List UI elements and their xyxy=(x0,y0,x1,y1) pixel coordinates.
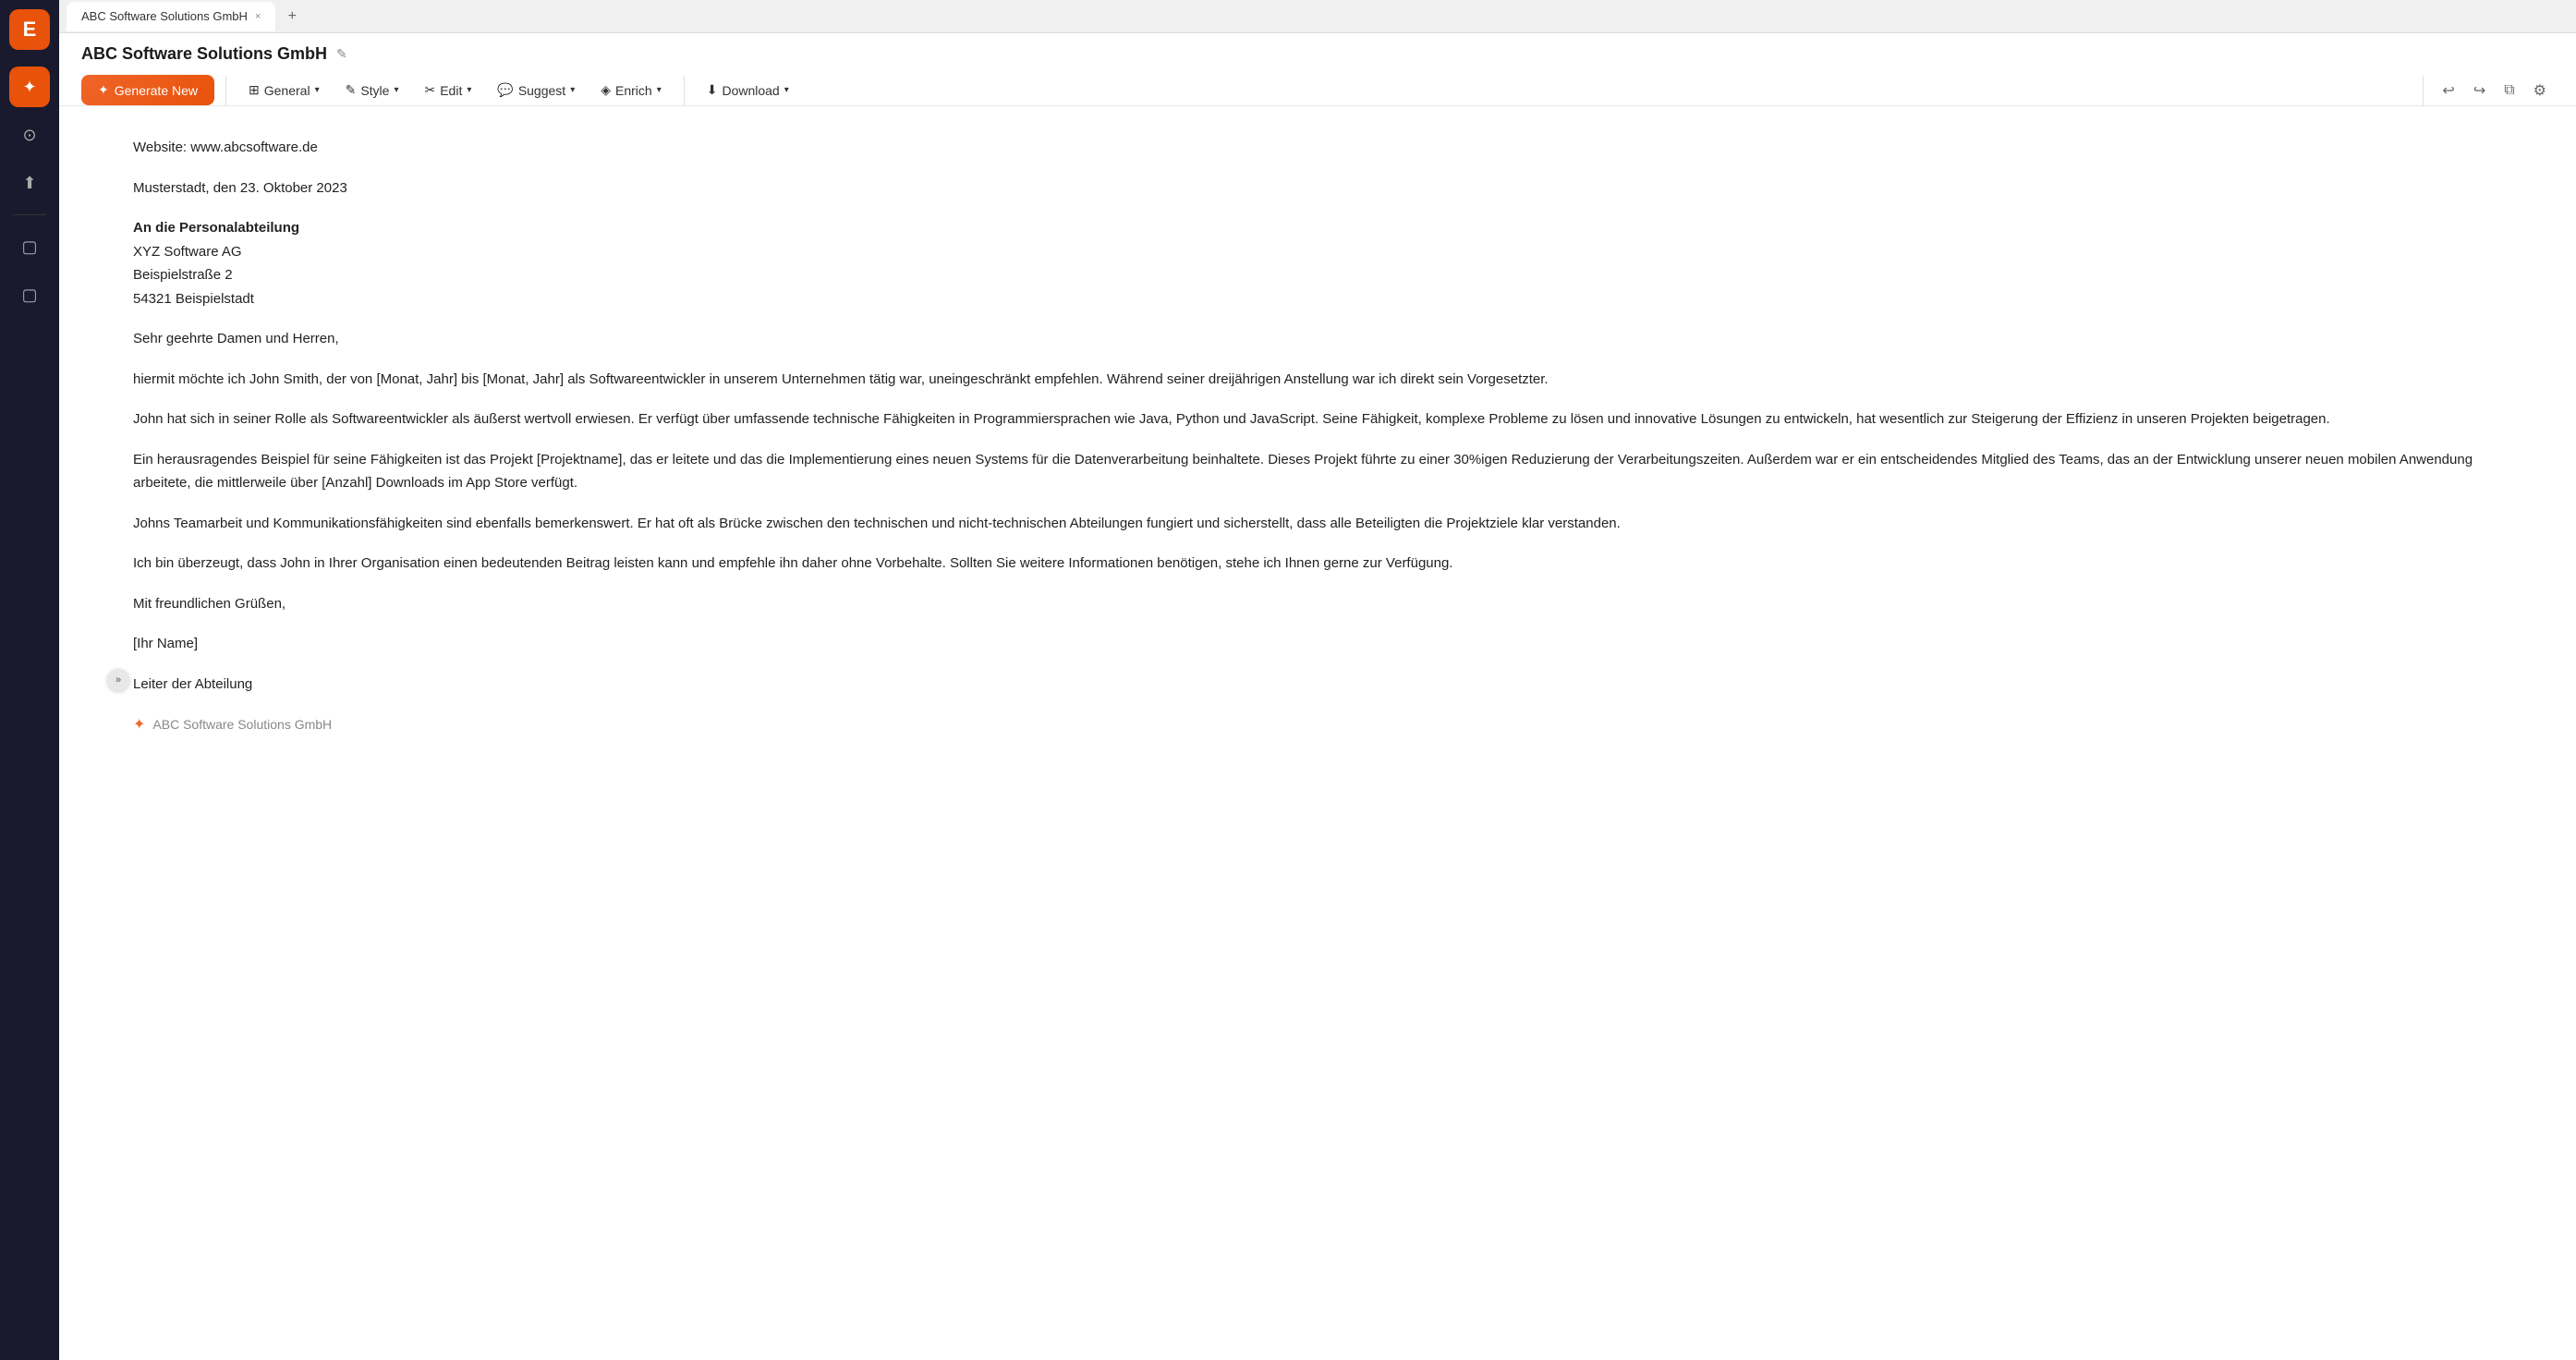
style-chevron-icon: ▾ xyxy=(394,85,398,95)
paragraph-2: John hat sich in seiner Rolle als Softwa… xyxy=(133,407,2502,431)
sidebar: E ✦ ⊙ ⬆ ▢ ▢ xyxy=(0,0,59,1360)
ai-sidebar-button[interactable]: ✦ xyxy=(9,67,50,107)
star-icon: ✦ xyxy=(22,78,36,97)
download-icon: ⬇ xyxy=(707,82,718,98)
redo-button[interactable]: ↪ xyxy=(2466,76,2493,105)
doc-header: ABC Software Solutions GmbH ✎ ✦ Generate… xyxy=(59,33,2576,106)
collapse-icon: » xyxy=(115,674,121,686)
recipient-city: 54321 Beispielstadt xyxy=(133,291,254,307)
date-line: Musterstadt, den 23. Oktober 2023 xyxy=(133,176,2502,200)
suggest-label: Suggest xyxy=(518,83,565,98)
upload-sidebar-button[interactable]: ⬆ xyxy=(9,163,50,203)
undo-button[interactable]: ↩ xyxy=(2435,76,2461,105)
footer-company: ABC Software Solutions GmbH xyxy=(152,714,332,736)
upload-icon: ⬆ xyxy=(22,174,36,193)
download-dropdown-button[interactable]: ⬇ Download ▾ xyxy=(696,76,800,104)
general-label: General xyxy=(264,83,310,98)
suggest-icon: 💬 xyxy=(497,82,513,98)
saved-sidebar-button[interactable]: ⊙ xyxy=(9,115,50,155)
edit-label: Edit xyxy=(440,83,462,98)
recipient-street: Beispielstraße 2 xyxy=(133,267,233,283)
doc-title-row: ABC Software Solutions GmbH ✎ xyxy=(81,44,2554,64)
name-placeholder: [Ihr Name] xyxy=(133,632,2502,656)
folder2-sidebar-button[interactable]: ▢ xyxy=(9,274,50,315)
logo-icon: E xyxy=(23,18,37,42)
paragraph-4: Johns Teamarbeit und Kommunikationsfähig… xyxy=(133,512,2502,536)
salutation: Sehr geehrte Damen und Herren, xyxy=(133,327,2502,351)
paragraph-5: Ich bin überzeugt, dass John in Ihrer Or… xyxy=(133,552,2502,576)
sidebar-divider xyxy=(13,214,46,215)
enrich-label: Enrich xyxy=(615,83,652,98)
toolbar-right-group: ↩ ↪ ⧉ ⚙ xyxy=(2415,76,2554,105)
tab-label: ABC Software Solutions GmbH xyxy=(81,9,248,23)
download-label: Download xyxy=(722,83,779,98)
app-logo[interactable]: E xyxy=(9,9,50,50)
paragraph-3: Ein herausragendes Beispiel für seine Fä… xyxy=(133,448,2502,495)
recipient-heading: An die Personalabteilung xyxy=(133,220,299,236)
download-chevron-icon: ▾ xyxy=(784,85,789,95)
title-line: Leiter der Abteilung xyxy=(133,673,2502,697)
doc-footer: ✦ ABC Software Solutions GmbH xyxy=(133,712,2502,737)
toolbar-separator-2 xyxy=(684,76,685,105)
generate-new-button[interactable]: ✦ Generate New xyxy=(81,75,214,105)
folder1-sidebar-button[interactable]: ▢ xyxy=(9,226,50,267)
general-chevron-icon: ▾ xyxy=(315,85,320,95)
sidebar-collapse-button[interactable]: » xyxy=(107,669,129,691)
style-dropdown-button[interactable]: ✎ Style ▾ xyxy=(334,76,410,104)
toolbar: ✦ Generate New ⊞ General ▾ ✎ Style ▾ ✂ E… xyxy=(81,75,2554,105)
toolbar-separator-1 xyxy=(225,76,226,105)
edit-dropdown-button[interactable]: ✂ Edit ▾ xyxy=(413,76,482,104)
edit-chevron-icon: ▾ xyxy=(467,85,471,95)
footer-sparkle-icon: ✦ xyxy=(133,712,145,737)
generate-star-icon: ✦ xyxy=(98,82,109,98)
closing: Mit freundlichen Grüßen, xyxy=(133,592,2502,616)
folder1-icon: ▢ xyxy=(21,237,37,257)
copy-icon: ⧉ xyxy=(2504,82,2514,98)
toolbar-separator-3 xyxy=(2423,76,2424,105)
main-area: ABC Software Solutions GmbH × + ABC Soft… xyxy=(59,0,2576,1360)
browser-tab[interactable]: ABC Software Solutions GmbH × xyxy=(67,2,275,31)
edit-icon: ✂ xyxy=(424,82,435,98)
enrich-chevron-icon: ▾ xyxy=(657,85,662,95)
settings-icon: ⚙ xyxy=(2533,83,2546,99)
copy-button[interactable]: ⧉ xyxy=(2497,77,2521,104)
tab-close-icon[interactable]: × xyxy=(255,11,261,22)
tab-add-button[interactable]: + xyxy=(279,4,305,30)
redo-icon: ↪ xyxy=(2473,83,2485,99)
general-dropdown-button[interactable]: ⊞ General ▾ xyxy=(237,76,331,104)
website-line: Website: www.abcsoftware.de xyxy=(133,136,2502,160)
recipient-block: An die Personalabteilung XYZ Software AG… xyxy=(133,216,2502,310)
paragraph-1: hiermit möchte ich John Smith, der von [… xyxy=(133,368,2502,392)
enrich-icon: ◈ xyxy=(601,82,611,98)
style-icon: ✎ xyxy=(346,82,357,98)
general-icon: ⊞ xyxy=(249,82,260,98)
suggest-chevron-icon: ▾ xyxy=(570,85,575,95)
bookmark-icon: ⊙ xyxy=(22,126,36,145)
style-label: Style xyxy=(360,83,389,98)
doc-title: ABC Software Solutions GmbH xyxy=(81,44,327,64)
tab-bar: ABC Software Solutions GmbH × + xyxy=(59,0,2576,33)
edit-title-icon[interactable]: ✎ xyxy=(336,46,347,62)
doc-content: Website: www.abcsoftware.de Musterstadt,… xyxy=(59,106,2576,1360)
generate-label: Generate New xyxy=(115,83,198,98)
undo-icon: ↩ xyxy=(2442,83,2454,99)
settings-button[interactable]: ⚙ xyxy=(2526,76,2554,105)
enrich-dropdown-button[interactable]: ◈ Enrich ▾ xyxy=(589,76,673,104)
recipient-company: XYZ Software AG xyxy=(133,244,242,260)
suggest-dropdown-button[interactable]: 💬 Suggest ▾ xyxy=(486,76,586,104)
folder2-icon: ▢ xyxy=(21,285,37,305)
